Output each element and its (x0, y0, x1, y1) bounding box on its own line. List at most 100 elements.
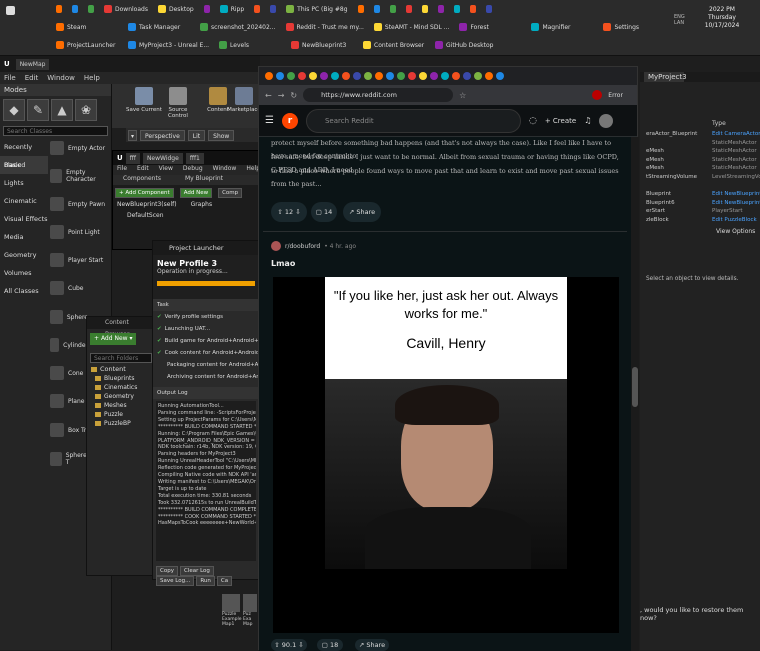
source-control-button[interactable]: Source Control (160, 84, 196, 126)
placeable-item[interactable]: Point Light (0, 218, 110, 246)
taskbar-item[interactable] (250, 2, 264, 16)
content-root-folder[interactable]: Content (87, 365, 155, 374)
tab-fff[interactable]: fff (125, 152, 140, 164)
launcher-button[interactable]: Ca (216, 576, 233, 586)
view-options-button[interactable]: View Options (716, 228, 755, 235)
add-new-content-button[interactable]: + Add New ▾ (90, 333, 137, 345)
taskbar-item[interactable] (200, 2, 214, 16)
placeable-item[interactable]: Empty Character (0, 162, 110, 190)
asset-tile[interactable]: Puz Exa Map (243, 594, 257, 650)
tab-favicon[interactable] (430, 72, 438, 80)
post-image[interactable]: "If you like her, just ask her out. Alwa… (273, 277, 619, 633)
prev-comments-button[interactable]: ▢ 14 (311, 202, 337, 222)
launcher-button[interactable]: Run (196, 576, 215, 586)
outliner-row[interactable]: zleBlock Edit PuzzleBlock (640, 216, 760, 225)
taskbar-item[interactable]: Desktop (154, 2, 198, 16)
ue-menu-item[interactable]: File (4, 74, 16, 82)
show-button[interactable]: Show (208, 129, 235, 141)
folder-item[interactable]: Geometry (87, 392, 155, 401)
tab-favicon[interactable] (276, 72, 284, 80)
outliner-row[interactable]: eMesh StaticMeshActor (640, 164, 760, 173)
tab-favicon[interactable] (364, 72, 372, 80)
tab-favicon[interactable] (474, 72, 482, 80)
ue-menu-item[interactable]: Help (84, 74, 100, 82)
taskbar-item[interactable] (370, 2, 384, 16)
folder-item[interactable]: Cinematics (87, 383, 155, 392)
page-scrollbar[interactable] (631, 137, 639, 651)
ue-menu-item[interactable]: Window (47, 74, 75, 82)
back-icon[interactable]: ← (265, 91, 272, 100)
taskbar-item[interactable]: ProjectLauncher (52, 38, 122, 52)
outliner-row[interactable]: tStreamingVolume LevelStreamingVol (640, 173, 760, 182)
placeable-item[interactable]: Cone (0, 359, 88, 387)
reddit-search-input[interactable]: Search Reddit (305, 108, 521, 133)
language-indicator[interactable]: ENG LAN (674, 14, 688, 26)
share-button[interactable]: ↗ Share (355, 639, 389, 651)
self-component-item[interactable]: NewBlueprint3(self) (117, 201, 177, 208)
tab-favicon[interactable] (419, 72, 427, 80)
error-badge[interactable]: Error (608, 92, 623, 99)
forward-icon[interactable]: → (278, 91, 285, 100)
tab-favicon[interactable] (320, 72, 328, 80)
launcher-button[interactable]: Copy (156, 566, 178, 576)
launcher-button[interactable]: Save Log... (156, 576, 195, 586)
taskbar-item[interactable]: Levels (215, 38, 285, 52)
prev-vote-control[interactable]: ⇧ 12 ⇩ (271, 202, 307, 222)
tab-favicon[interactable] (287, 72, 295, 80)
outliner-row[interactable]: eMesh StaticMeshActor (640, 156, 760, 165)
vote-control[interactable]: ⇧ 90.1 ⇩ (271, 639, 307, 651)
tab-favicon[interactable] (463, 72, 471, 80)
tab-favicon[interactable] (386, 72, 394, 80)
placeable-item[interactable]: Plane (0, 387, 88, 415)
taskbar-item[interactable]: Magnifier (527, 20, 597, 34)
taskbar-item[interactable]: MyProject3 - Unreal E... (124, 38, 213, 52)
graphs-section[interactable]: Graphs (191, 201, 213, 208)
bp-menu-item[interactable]: Debug (183, 165, 203, 175)
taskbar-item[interactable] (266, 2, 280, 16)
outliner-row[interactable]: eraActor_Blueprint Edit CameraActor (640, 130, 760, 139)
reddit-logo-icon[interactable]: r (281, 112, 298, 129)
outliner-row[interactable]: erStart PlayerStart (640, 207, 760, 216)
folder-item[interactable]: Blueprints (87, 374, 155, 383)
placeable-item[interactable]: Empty Actor (0, 134, 110, 162)
system-clock[interactable]: 2022 PM Thursday 10/17/2024 (690, 6, 754, 30)
taskbar-item[interactable]: SteAMT - Mind SDL ... (370, 20, 454, 34)
prev-share-button[interactable]: ↗ Share (343, 202, 381, 222)
tab-favicon[interactable] (331, 72, 339, 80)
bp-menu-item[interactable]: File (117, 165, 127, 175)
placeable-item[interactable]: Cube (0, 274, 110, 302)
taskbar-item[interactable]: Downloads (100, 2, 152, 16)
tab-favicon[interactable] (441, 72, 449, 80)
address-bar[interactable]: https://www.reddit.com (303, 88, 454, 102)
outliner-row[interactable]: Blueprint Edit NewBlueprint (640, 190, 760, 199)
outliner-row[interactable]: eMesh StaticMeshActor (640, 147, 760, 156)
tab-favicon[interactable] (265, 72, 273, 80)
taskbar-item[interactable] (482, 2, 496, 16)
taskbar-item[interactable] (434, 2, 448, 16)
tab-fff1[interactable]: fff1 (185, 152, 204, 164)
outliner-row[interactable]: StaticMeshActor (640, 139, 760, 148)
tab-favicon[interactable] (485, 72, 493, 80)
tab-favicon[interactable] (342, 72, 350, 80)
taskbar-item[interactable] (450, 2, 464, 16)
placeable-item[interactable]: Sphere (0, 303, 88, 331)
windows-icon[interactable] (6, 6, 15, 15)
tab-favicon[interactable] (298, 72, 306, 80)
marketplace-button[interactable]: Marketplace (226, 84, 262, 126)
post-title[interactable]: Lmao (271, 259, 295, 268)
taskbar-item[interactable]: Forest (455, 20, 525, 34)
bell-icon[interactable]: ♫ (584, 116, 591, 125)
taskbar-item[interactable]: Content Browser (359, 38, 429, 52)
create-button[interactable]: + Create (545, 117, 576, 125)
profile-avatar[interactable] (592, 90, 603, 100)
outliner-row[interactable]: Blueprint6 Edit NewBlueprint (640, 199, 760, 208)
add-new-button[interactable]: Add New (179, 188, 213, 198)
taskbar-item[interactable] (84, 2, 98, 16)
taskbar-item[interactable]: Reddit - Trust me my... (282, 20, 368, 34)
star-icon[interactable]: ☆ (459, 91, 466, 100)
placeable-item[interactable]: Sphere T (0, 445, 88, 473)
lit-button[interactable]: Lit (187, 129, 206, 141)
user-avatar[interactable] (599, 113, 614, 128)
taskbar-item[interactable] (354, 2, 368, 16)
taskbar-item[interactable] (402, 2, 416, 16)
